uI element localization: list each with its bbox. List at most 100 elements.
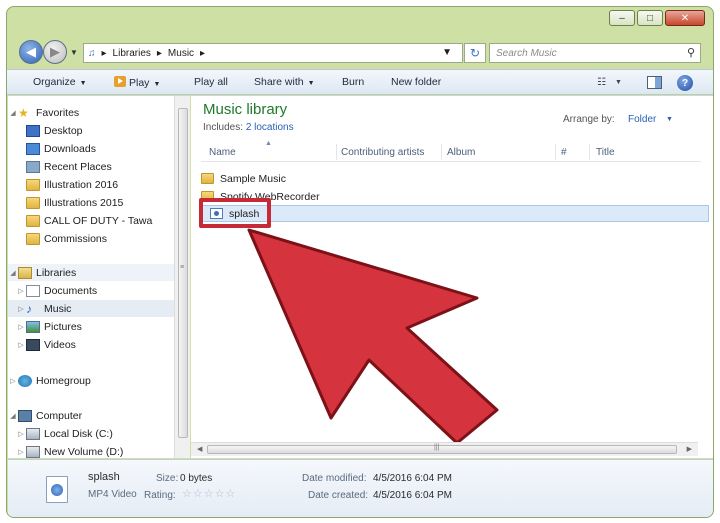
library-title: Music library: [203, 101, 288, 118]
breadcrumb-separator-icon[interactable]: ▸: [102, 48, 107, 59]
search-input[interactable]: [496, 47, 676, 59]
search-icon[interactable]: ⚲: [687, 46, 695, 59]
forward-button[interactable]: ▶: [43, 40, 67, 64]
column-contributing-artists[interactable]: Contributing artists: [341, 147, 424, 161]
chevron-down-icon[interactable]: ▼: [666, 116, 673, 123]
chevron-down-icon: ▼: [79, 80, 87, 87]
address-row: ◀ ▶ ▼ ♫ ▸ Libraries ▸ Music ▸ ▼ ↻ ⚲: [7, 37, 713, 69]
chevron-down-icon: ▼: [307, 80, 315, 87]
collapse-triangle-icon[interactable]: ◢: [8, 269, 18, 277]
star-outline-icon[interactable]: ☆: [193, 488, 203, 500]
file-row-sample-music[interactable]: Sample Music: [201, 170, 286, 187]
play-button[interactable]: Play ▼: [114, 76, 160, 89]
hard-disk-icon: [26, 445, 40, 458]
play-all-button[interactable]: Play all: [194, 76, 228, 88]
nav-item-music[interactable]: ▷ ♪ Music: [8, 300, 174, 317]
expand-triangle-icon[interactable]: ▷: [16, 341, 26, 349]
refresh-button[interactable]: ↻: [464, 43, 486, 63]
nav-item-call-of-duty[interactable]: CALL OF DUTY - Tawa: [8, 212, 174, 229]
column-name[interactable]: Name: [209, 147, 236, 161]
nav-computer[interactable]: ◢ Computer: [8, 407, 174, 424]
views-chevron-icon[interactable]: ▼: [615, 79, 622, 86]
hard-disk-icon: [26, 427, 40, 440]
views-icon[interactable]: ☷: [597, 77, 606, 88]
collapse-triangle-icon[interactable]: ◢: [8, 412, 18, 420]
address-bar[interactable]: ♫ ▸ Libraries ▸ Music ▸ ▼: [83, 43, 463, 63]
folder-icon: [26, 214, 40, 227]
nav-item-downloads[interactable]: Downloads: [8, 140, 174, 157]
nav-item-pictures[interactable]: ▷ Pictures: [8, 318, 174, 335]
close-button[interactable]: ✕: [665, 10, 705, 26]
breadcrumb-music[interactable]: Music: [168, 48, 194, 59]
nav-libraries[interactable]: ◢ Libraries: [8, 264, 174, 281]
nav-item-videos[interactable]: ▷ Videos: [8, 336, 174, 353]
back-button[interactable]: ◀: [19, 40, 43, 64]
search-box[interactable]: ⚲: [489, 43, 701, 63]
desktop-icon: [26, 124, 40, 137]
column-album[interactable]: Album: [447, 147, 475, 161]
nav-label: Desktop: [44, 124, 83, 137]
star-outline-icon[interactable]: ☆: [204, 488, 214, 500]
column-separator[interactable]: [589, 144, 590, 160]
star-outline-icon[interactable]: ☆: [215, 488, 225, 500]
horizontal-scrollbar[interactable]: ◀ ||| ▶: [191, 442, 698, 456]
nav-homegroup[interactable]: ▷ Homegroup: [8, 372, 174, 389]
breadcrumb-libraries[interactable]: Libraries: [113, 48, 151, 59]
homegroup-icon: [18, 374, 32, 387]
nav-label: Computer: [36, 409, 83, 422]
address-dropdown-icon[interactable]: ▼: [442, 47, 452, 58]
grip-icon: ≡: [180, 264, 185, 271]
help-icon[interactable]: ?: [677, 75, 693, 91]
nav-item-commissions[interactable]: Commissions: [8, 230, 174, 247]
scrollbar-thumb[interactable]: [207, 445, 677, 454]
new-folder-button[interactable]: New folder: [391, 76, 441, 88]
nav-item-new-volume-d[interactable]: ▷ New Volume (D:): [8, 443, 174, 458]
star-outline-icon[interactable]: ☆: [226, 488, 236, 500]
pictures-icon: [26, 320, 40, 333]
scroll-left-icon[interactable]: ◀: [197, 445, 202, 453]
collapse-triangle-icon[interactable]: ◢: [8, 109, 18, 117]
star-outline-icon[interactable]: ☆: [182, 488, 192, 500]
column-separator[interactable]: [336, 144, 337, 160]
share-with-button[interactable]: Share with ▼: [254, 76, 315, 88]
column-title[interactable]: Title: [596, 147, 615, 161]
scrollbar-thumb[interactable]: [178, 108, 188, 438]
nav-item-illustration-2016[interactable]: Illustration 2016: [8, 176, 174, 193]
nav-item-recent-places[interactable]: Recent Places: [8, 158, 174, 175]
folder-icon: [26, 232, 40, 245]
locations-link[interactable]: 2 locations: [246, 122, 294, 133]
expand-triangle-icon[interactable]: ▷: [16, 287, 26, 295]
burn-button[interactable]: Burn: [342, 76, 364, 88]
expand-triangle-icon[interactable]: ▷: [8, 377, 18, 385]
arrow-left-icon: ◀: [26, 44, 36, 59]
column-separator[interactable]: [555, 144, 556, 160]
breadcrumb-separator-icon[interactable]: ▸: [200, 48, 205, 59]
sort-ascending-icon: ▲: [265, 140, 272, 147]
expand-triangle-icon[interactable]: ▷: [16, 430, 26, 438]
organize-button[interactable]: Organize ▼: [33, 76, 87, 88]
nav-item-desktop[interactable]: Desktop: [8, 122, 174, 139]
nav-item-illustrations-2015[interactable]: Illustrations 2015: [8, 194, 174, 211]
expand-triangle-icon[interactable]: ▷: [16, 323, 26, 331]
breadcrumb-separator-icon[interactable]: ▸: [157, 48, 162, 59]
column-separator[interactable]: [441, 144, 442, 160]
expand-triangle-icon[interactable]: ▷: [16, 448, 26, 456]
maximize-button[interactable]: □: [637, 10, 663, 26]
file-row-splash[interactable]: splash: [199, 205, 709, 222]
minimize-button[interactable]: –: [609, 10, 635, 26]
nav-item-documents[interactable]: ▷ Documents: [8, 282, 174, 299]
column-track-number[interactable]: #: [561, 147, 567, 161]
scroll-right-icon[interactable]: ▶: [687, 445, 692, 453]
preview-pane-icon[interactable]: [647, 76, 662, 89]
video-file-icon: [46, 476, 68, 503]
arrange-by-dropdown[interactable]: Folder: [628, 114, 656, 125]
rating-stars[interactable]: ☆☆☆☆☆: [182, 487, 236, 500]
nav-item-local-disk-c[interactable]: ▷ Local Disk (C:): [8, 425, 174, 442]
expand-triangle-icon[interactable]: ▷: [16, 305, 26, 313]
arrow-right-icon: ▶: [50, 44, 60, 59]
nav-favorites[interactable]: ◢ ★ Favorites: [8, 104, 174, 121]
refresh-icon: ↻: [469, 46, 481, 60]
nav-pane-scrollbar[interactable]: ≡: [174, 96, 190, 458]
details-modified-label: Date modified:: [302, 473, 367, 484]
recent-pages-chevron-icon[interactable]: ▼: [70, 48, 78, 57]
